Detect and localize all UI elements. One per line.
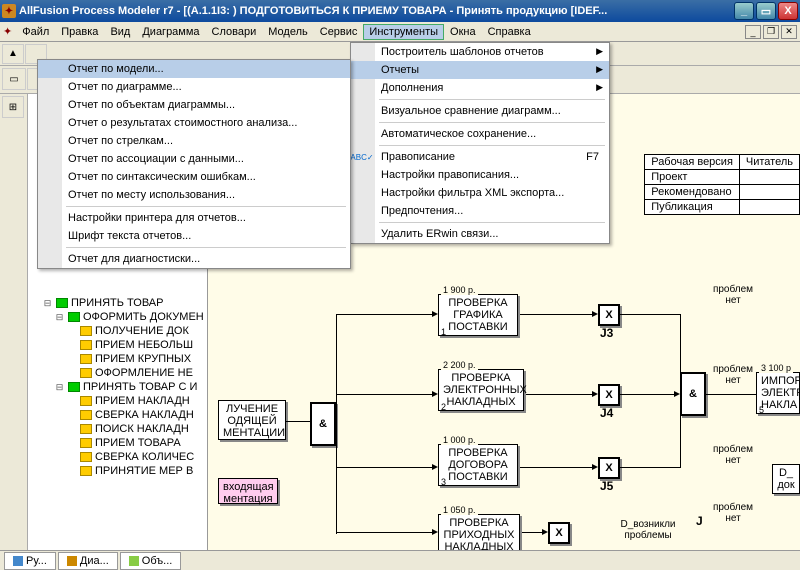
menu-dictionaries[interactable]: Словари (206, 24, 263, 40)
mdi-buttons: _ ❐ ✕ (745, 25, 797, 39)
menu-spellcheck[interactable]: ABC✓ПравописаниеF7 (351, 148, 609, 166)
tools-dropdown: Построитель шаблонов отчетов▶ Отчеты▶ До… (350, 42, 610, 244)
reports-submenu: Отчет по модели... Отчет по диаграмме...… (37, 59, 351, 269)
menu-model-report[interactable]: Отчет по модели... (38, 60, 350, 78)
tree-node[interactable]: ПРИЕМ НЕБОЛЬШ (30, 338, 205, 352)
app-icon: ✦ (2, 4, 16, 18)
menu-file[interactable]: Файл (16, 24, 55, 40)
junction-x[interactable]: X (598, 457, 620, 479)
junction-x[interactable]: X (598, 384, 620, 406)
model-tree: ⊟ПРИНЯТЬ ТОВАР ⊟ОФОРМИТЬ ДОКУМЕН ПОЛУЧЕН… (28, 294, 207, 480)
tree-node[interactable]: ОФОРМЛЕНИЕ НЕ (30, 366, 205, 380)
menu-report-font[interactable]: Шрифт текста отчетов... (38, 227, 350, 245)
menubar: ✦ Файл Правка Вид Диаграмма Словари Моде… (0, 22, 800, 42)
maximize-button[interactable]: ▭ (756, 2, 776, 20)
menu-xml-filter[interactable]: Настройки фильтра XML экспорта... (351, 184, 609, 202)
tree-node[interactable]: ПРИНЯТИЕ МЕР В (30, 464, 205, 478)
menu-addons[interactable]: Дополнения▶ (351, 79, 609, 97)
menu-edit[interactable]: Правка (55, 24, 104, 40)
tree-node[interactable]: ПРИЕМ НАКЛАДН (30, 394, 205, 408)
menu-syntax-report[interactable]: Отчет по синтаксическим ошибкам... (38, 168, 350, 186)
side-tool[interactable]: ⊞ (2, 96, 24, 118)
bottom-tabs: Ру... Диа... Объ... (0, 550, 800, 570)
tree-node[interactable]: ПРИЕМ ТОВАРА (30, 436, 205, 450)
activity-box[interactable]: 1 000 p.ПРОВЕРКА ДОГОВОРА ПОСТАВКИ3 (438, 444, 518, 486)
junction-label: J (696, 514, 703, 528)
menu-autosave[interactable]: Автоматическое сохранение... (351, 125, 609, 143)
tree-node[interactable]: ⊟ПРИНЯТЬ ТОВАР (30, 296, 205, 310)
tab-obj[interactable]: Объ... (120, 552, 182, 570)
window-buttons: _ ▭ X (734, 2, 798, 20)
arrow-label: проблем нет (708, 364, 758, 386)
arrow-label: проблем нет (708, 444, 758, 466)
menu-service[interactable]: Сервис (314, 24, 364, 40)
arrow-label: проблем нет (708, 502, 758, 524)
mdi-minimize[interactable]: _ (745, 25, 761, 39)
junction-label: J5 (600, 479, 613, 493)
menu-view[interactable]: Вид (104, 24, 136, 40)
menu-objects-report[interactable]: Отчет по объектам диаграммы... (38, 96, 350, 114)
junction-and[interactable]: & (310, 402, 336, 446)
info-table: Рабочая версияЧитатель Проект Рекомендов… (644, 154, 800, 215)
abc-icon: ABC✓ (355, 150, 369, 164)
junction-label: J4 (600, 406, 613, 420)
menu-diagram-report[interactable]: Отчет по диаграмме... (38, 78, 350, 96)
tree-node[interactable]: ⊟ПРИНЯТЬ ТОВАР С И (30, 380, 205, 394)
tool-button[interactable]: ▭ (2, 68, 26, 90)
mdi-close[interactable]: ✕ (781, 25, 797, 39)
menu-diagram[interactable]: Диаграмма (136, 24, 205, 40)
menu-data-assoc-report[interactable]: Отчет по ассоциации с данными... (38, 150, 350, 168)
app-glyph-icon: ✦ (3, 25, 12, 38)
junction-x[interactable]: X (598, 304, 620, 326)
mdi-restore[interactable]: ❐ (763, 25, 779, 39)
menu-remove-erwin[interactable]: Удалить ERwin связи... (351, 225, 609, 243)
menu-visual-compare[interactable]: Визуальное сравнение диаграмм... (351, 102, 609, 120)
tree-node[interactable]: ПРИЕМ КРУПНЫХ (30, 352, 205, 366)
menu-printer-settings[interactable]: Настройки принтера для отчетов... (38, 209, 350, 227)
menu-tools[interactable]: Инструменты (363, 24, 444, 40)
tree-node[interactable]: ПОИСК НАКЛАДН (30, 422, 205, 436)
activity-box[interactable]: D_ док (772, 464, 800, 494)
menu-spell-settings[interactable]: Настройки правописания... (351, 166, 609, 184)
tree-node[interactable]: ПОЛУЧЕНИЕ ДОК (30, 324, 205, 338)
arrow-label: проблем нет (708, 284, 758, 306)
menu-report-templates[interactable]: Построитель шаблонов отчетов▶ (351, 43, 609, 61)
tab-dia[interactable]: Диа... (58, 552, 118, 570)
menu-preferences[interactable]: Предпочтения... (351, 202, 609, 220)
menu-cost-report[interactable]: Отчет о результатах стоимостного анализа… (38, 114, 350, 132)
menu-help[interactable]: Справка (482, 24, 537, 40)
activity-box[interactable]: входящая ментация (218, 478, 278, 504)
menu-windows[interactable]: Окна (444, 24, 482, 40)
tree-node[interactable]: СВЕРКА НАКЛАДН (30, 408, 205, 422)
activity-box[interactable]: ЛУЧЕНИЕ ОДЯЩЕЙ МЕНТАЦИИ (218, 400, 286, 440)
side-toolbar: ⊞ (0, 94, 28, 550)
tree-node[interactable]: ⊟ОФОРМИТЬ ДОКУМЕН (30, 310, 205, 324)
activity-box[interactable]: 1 900 p.ПРОВЕРКА ГРАФИКА ПОСТАВКИ1 (438, 294, 518, 336)
activity-box[interactable]: 3 100 pИМПОРТ ЭЛЕКТР НАКЛА5 (756, 372, 800, 414)
junction-and[interactable]: & (680, 372, 706, 416)
menu-diagnostic-report[interactable]: Отчет для диагностиски... (38, 250, 350, 268)
tab-ru[interactable]: Ру... (4, 552, 56, 570)
junction-label: J3 (600, 326, 613, 340)
close-button[interactable]: X (778, 2, 798, 20)
junction-x[interactable]: X (548, 522, 570, 544)
tree-node[interactable]: СВЕРКА КОЛИЧЕС (30, 450, 205, 464)
titlebar: ✦ AllFusion Process Modeler r7 - [(A.1.1… (0, 0, 800, 22)
menu-arrows-report[interactable]: Отчет по стрелкам... (38, 132, 350, 150)
menu-reports[interactable]: Отчеты▶ (351, 61, 609, 79)
arrow-label: D_возникли проблемы (608, 519, 688, 541)
minimize-button[interactable]: _ (734, 2, 754, 20)
activity-box[interactable]: 1 050 p.ПРОВЕРКА ПРИХОДНЫХ НАКЛАДНЫХ (438, 514, 520, 550)
pointer-tool[interactable]: ▲ (2, 44, 24, 64)
activity-box[interactable]: 2 200 p.ПРОВЕРКА ЭЛЕКТРОННЫХ НАКЛАДНЫХ2 (438, 369, 524, 411)
menu-usage-report[interactable]: Отчет по месту использования... (38, 186, 350, 204)
menu-model[interactable]: Модель (262, 24, 313, 40)
window-title: AllFusion Process Modeler r7 - [(A.1.1I3… (19, 5, 607, 17)
